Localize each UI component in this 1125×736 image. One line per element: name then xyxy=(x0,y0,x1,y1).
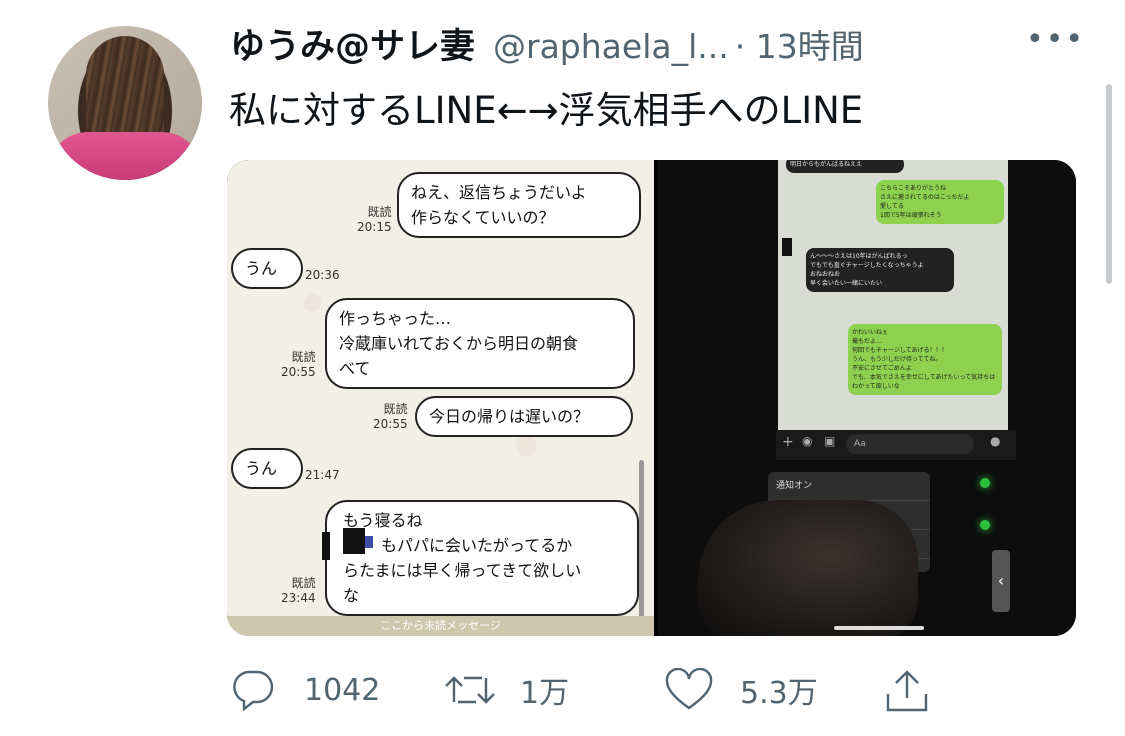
chat-bubble-sent: 今日の帰りは遅いの？ xyxy=(415,396,633,437)
camera-icon: ◉ xyxy=(802,434,813,448)
read-receipt: 既読 23:44 xyxy=(281,576,316,605)
censor-block xyxy=(365,536,373,548)
read-receipt: 既読 20:55 xyxy=(281,350,316,379)
retweet-count: 1万 xyxy=(520,676,570,711)
mic-icon: ● xyxy=(990,434,1001,448)
chat-bubble-sent: 作っちゃった… 冷蔵庫いれておくから明日の朝食 べて xyxy=(325,298,635,389)
chat-bubble-received: うん xyxy=(231,248,303,289)
censor-block xyxy=(343,528,365,554)
display-name[interactable]: ゆうみ@サレ妻 xyxy=(230,18,475,69)
reply-icon xyxy=(233,670,274,712)
media-image-left[interactable]: 既読 20:15 ねえ、返信ちょうだいよ 作らなくていいの？ うん 20:36 … xyxy=(227,160,654,636)
retweet-button[interactable]: 1万 xyxy=(442,668,569,712)
user-handle[interactable]: @raphaela_l... xyxy=(493,27,729,66)
chevron-left-icon: ‹ xyxy=(992,550,1010,612)
home-indicator xyxy=(834,626,924,630)
tweet-media[interactable]: 既読 20:15 ねえ、返信ちょうだいよ 作らなくていいの？ うん 20:36 … xyxy=(227,160,1076,636)
chat-bubble-received: 明日からもがんばるねええ xyxy=(786,160,904,173)
share-icon xyxy=(886,670,928,712)
chat-bubble-sent: こちらこそありがとうね さえに癒されてるのはこっちだよ 愛してる 1回で5年は頑… xyxy=(876,180,1004,224)
menu-item-notify: 通知オン xyxy=(768,472,930,501)
tweet-time[interactable]: · 13時間 xyxy=(735,20,864,68)
scrollbar[interactable] xyxy=(1106,84,1112,284)
censor-block xyxy=(322,532,330,560)
censor-block xyxy=(782,238,792,256)
reply-button[interactable]: 1042 xyxy=(230,668,380,712)
chat-bubble-received: ん〜〜〜さえは10年はがんばれるっ でもでも直ぐチャージしたくなっちゃうよ おね… xyxy=(806,248,954,292)
chat-input-bar: + ◉ ▣ Aa ● xyxy=(776,430,1016,460)
media-image-right[interactable]: 明日からもがんばるねええ こちらこそありがとうね さえに癒されてるのはこっちだよ… xyxy=(658,160,1076,636)
message-time: 20:36 xyxy=(305,268,340,282)
more-dots-icon[interactable]: ••• xyxy=(1026,22,1085,57)
heart-icon xyxy=(665,668,713,710)
chat-bubble-sent: ねえ、返信ちょうだいよ 作らなくていいの？ xyxy=(397,172,641,238)
chat-bubble-received: うん xyxy=(231,448,303,489)
avatar-shirt xyxy=(48,132,202,180)
status-dot xyxy=(980,478,990,488)
reply-count: 1042 xyxy=(304,672,381,708)
like-button[interactable]: 5.3万 xyxy=(664,668,818,712)
profile-avatar[interactable] xyxy=(48,26,202,180)
chat-scrollbar xyxy=(639,460,644,630)
chat-bubble-sent: かわいいねぇ 俺もだよ… 何回でもチャージしてあげる！！！ うん、もう少しだけ待… xyxy=(848,324,1002,395)
plus-icon: + xyxy=(782,434,794,450)
tweet-header: ゆうみ@サレ妻 @raphaela_l... · 13時間 xyxy=(230,18,864,68)
tweet-text: 私に対するLINE←→浮気相手へのLINE xyxy=(229,89,864,132)
retweet-icon xyxy=(445,676,495,704)
message-input: Aa xyxy=(846,434,974,454)
share-button[interactable] xyxy=(882,668,932,714)
message-time: 21:47 xyxy=(305,468,340,482)
read-receipt: 既読 20:15 xyxy=(357,205,392,234)
unread-divider: ここから未読メッセージ xyxy=(227,616,654,636)
image-icon: ▣ xyxy=(824,434,836,448)
read-receipt: 既読 20:55 xyxy=(373,402,408,431)
like-count: 5.3万 xyxy=(740,676,818,711)
hand-photo xyxy=(698,500,918,636)
status-dot xyxy=(980,520,990,530)
tweet-actions: 1042 1万 5.3万 xyxy=(0,662,1125,718)
chat-bubble-sent: もう寝るね もパパに会いたがってるか らたまには早く帰ってきて欲しい な xyxy=(325,500,639,616)
phone-screen: 明日からもがんばるねええ こちらこそありがとうね さえに癒されてるのはこっちだよ… xyxy=(778,160,1008,440)
